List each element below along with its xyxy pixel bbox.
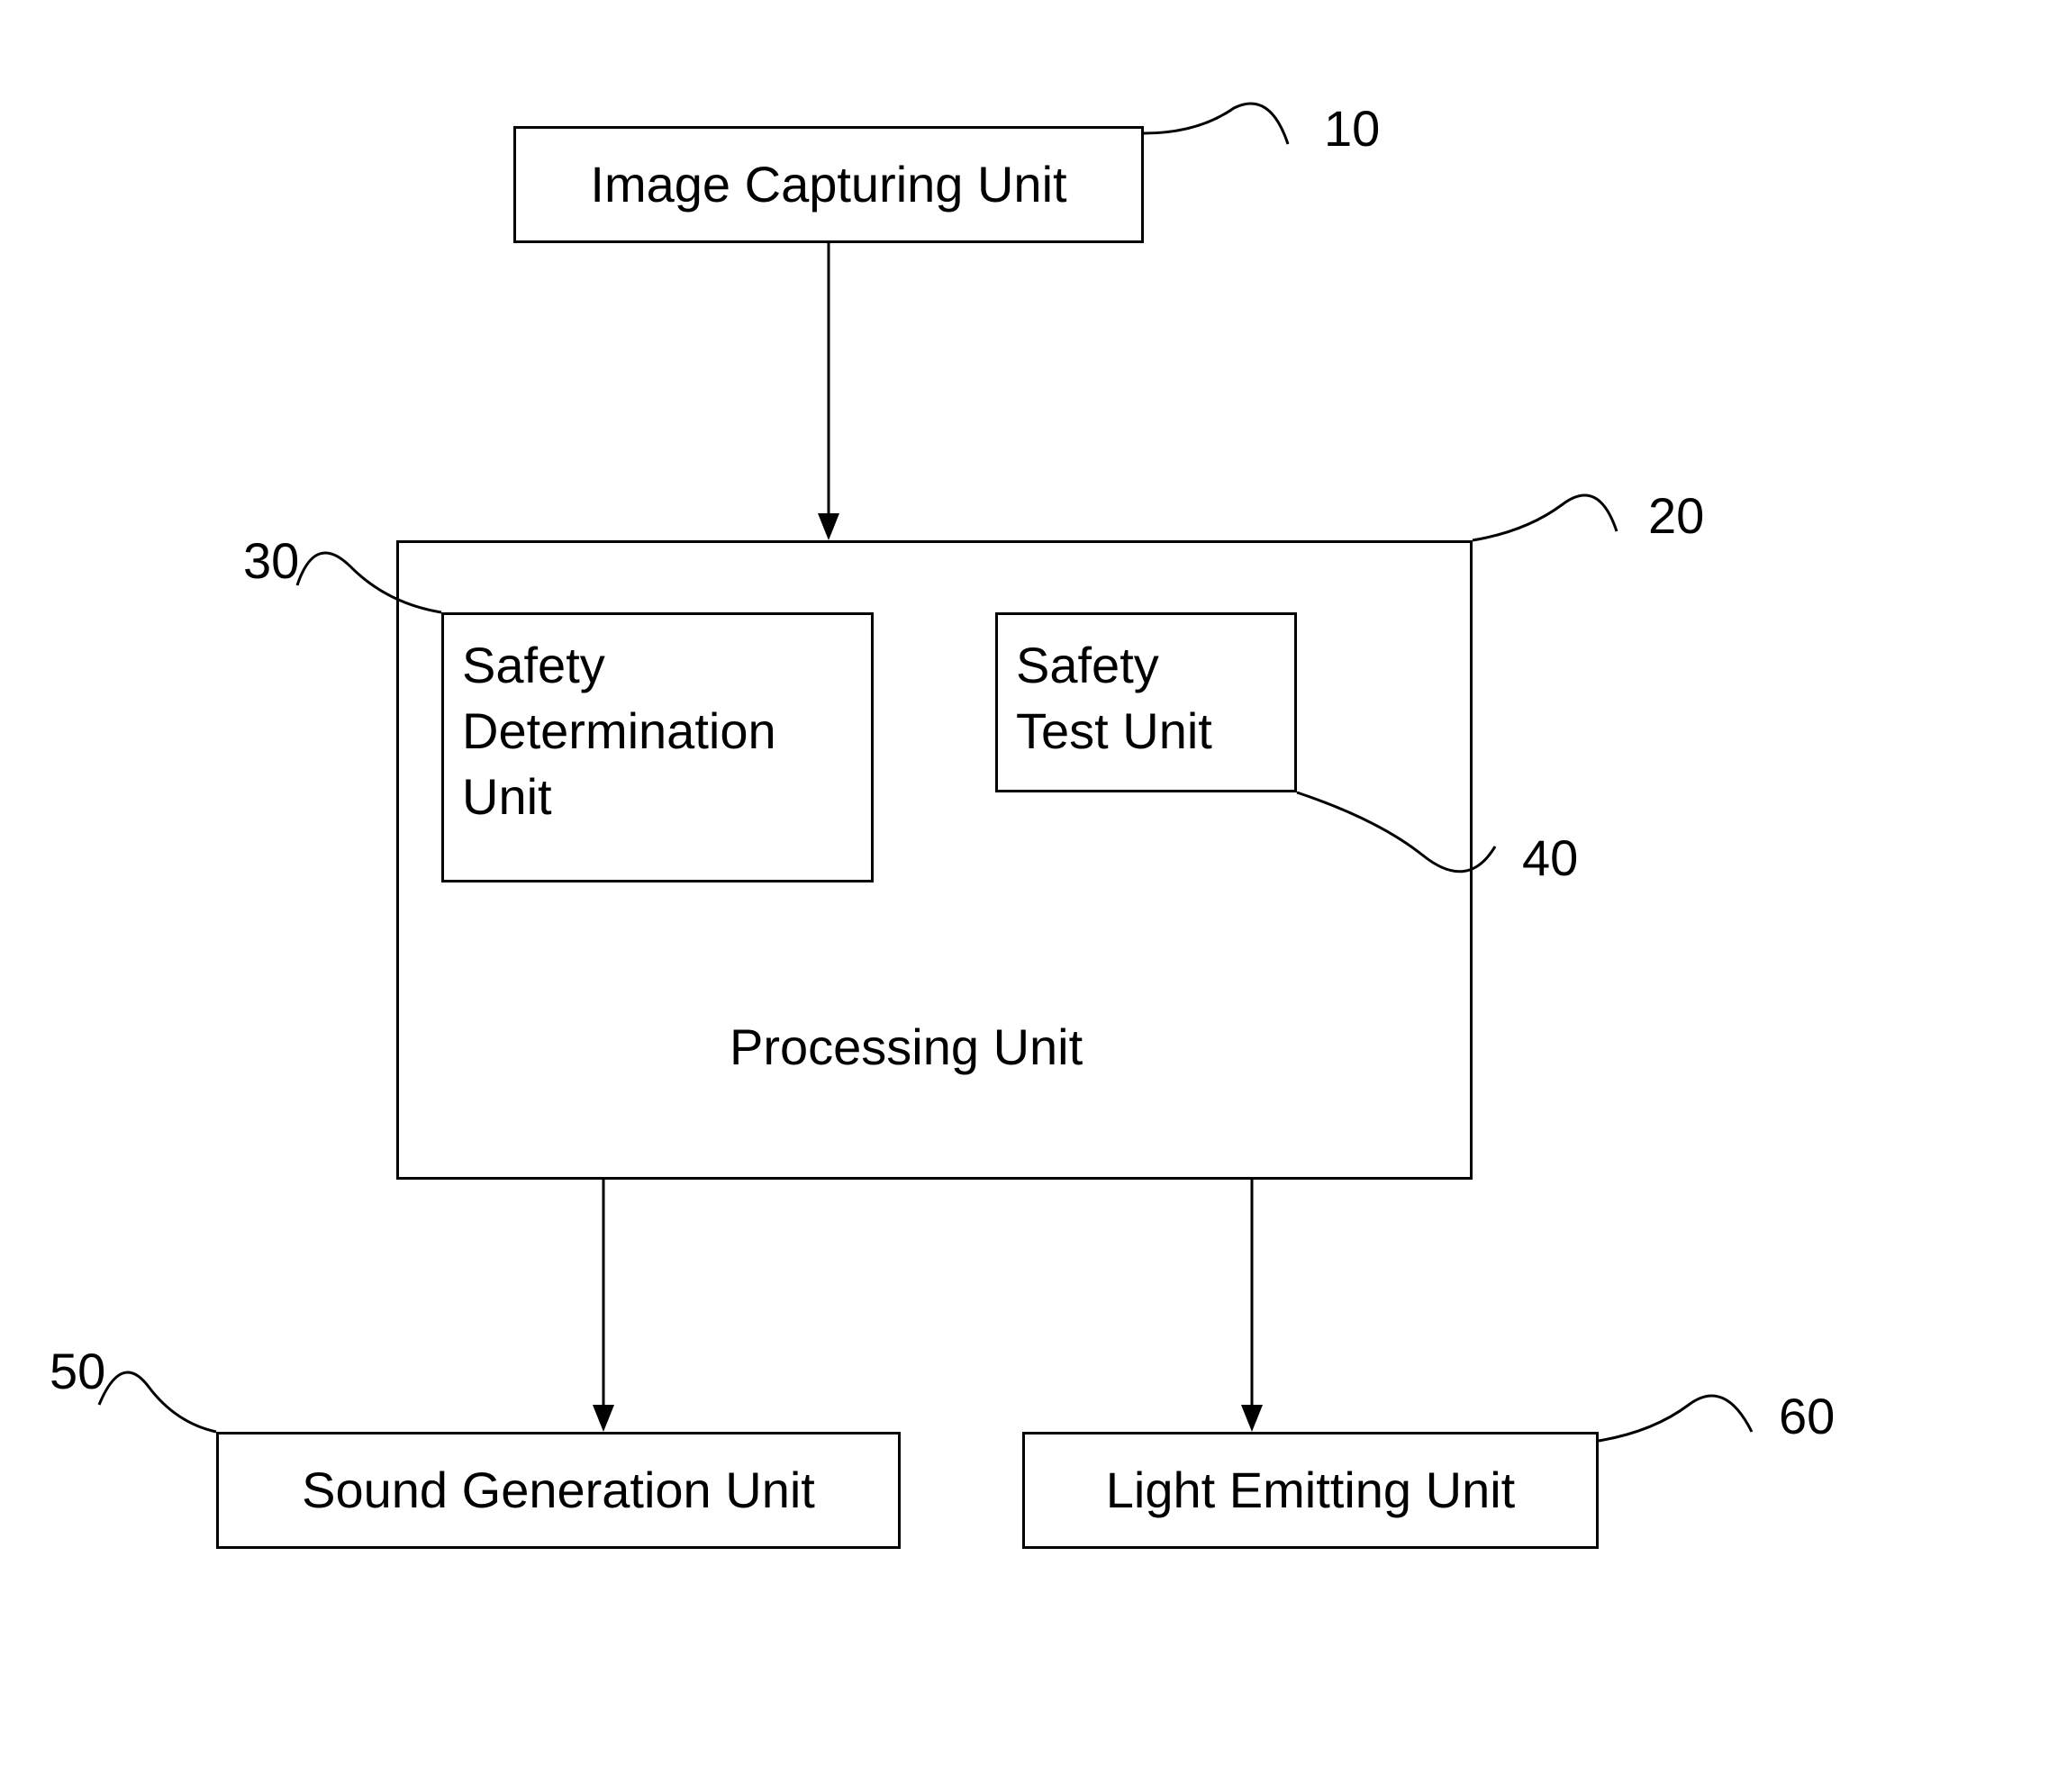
ref-30: 30 [243,531,299,590]
sound-generation-label: Sound Generation Unit [302,1458,815,1524]
sound-generation-box: Sound Generation Unit [216,1432,901,1549]
light-emitting-box: Light Emitting Unit [1022,1432,1599,1549]
processing-label: Processing Unit [730,1018,1083,1076]
safety-determination-box: Safety Determination Unit [441,612,874,882]
leader-20 [1473,477,1653,549]
connector-processing-to-light [1234,1180,1270,1432]
ref-20: 20 [1648,486,1704,545]
connector-processing-to-sound [585,1180,621,1432]
leader-60 [1599,1369,1779,1477]
image-capturing-label: Image Capturing Unit [590,152,1066,218]
ref-60: 60 [1779,1387,1835,1445]
safety-determination-label: Safety Determination Unit [462,633,853,829]
light-emitting-label: Light Emitting Unit [1106,1458,1515,1524]
safety-test-label: Safety Test Unit [1016,633,1276,765]
safety-test-box: Safety Test Unit [995,612,1297,792]
image-capturing-unit-box: Image Capturing Unit [513,126,1144,243]
leader-40 [1297,792,1522,901]
ref-40: 40 [1522,828,1578,887]
ref-50: 50 [50,1342,105,1400]
connector-capturing-to-processing [811,243,847,540]
leader-10 [1144,99,1324,171]
ref-10: 10 [1324,99,1380,158]
